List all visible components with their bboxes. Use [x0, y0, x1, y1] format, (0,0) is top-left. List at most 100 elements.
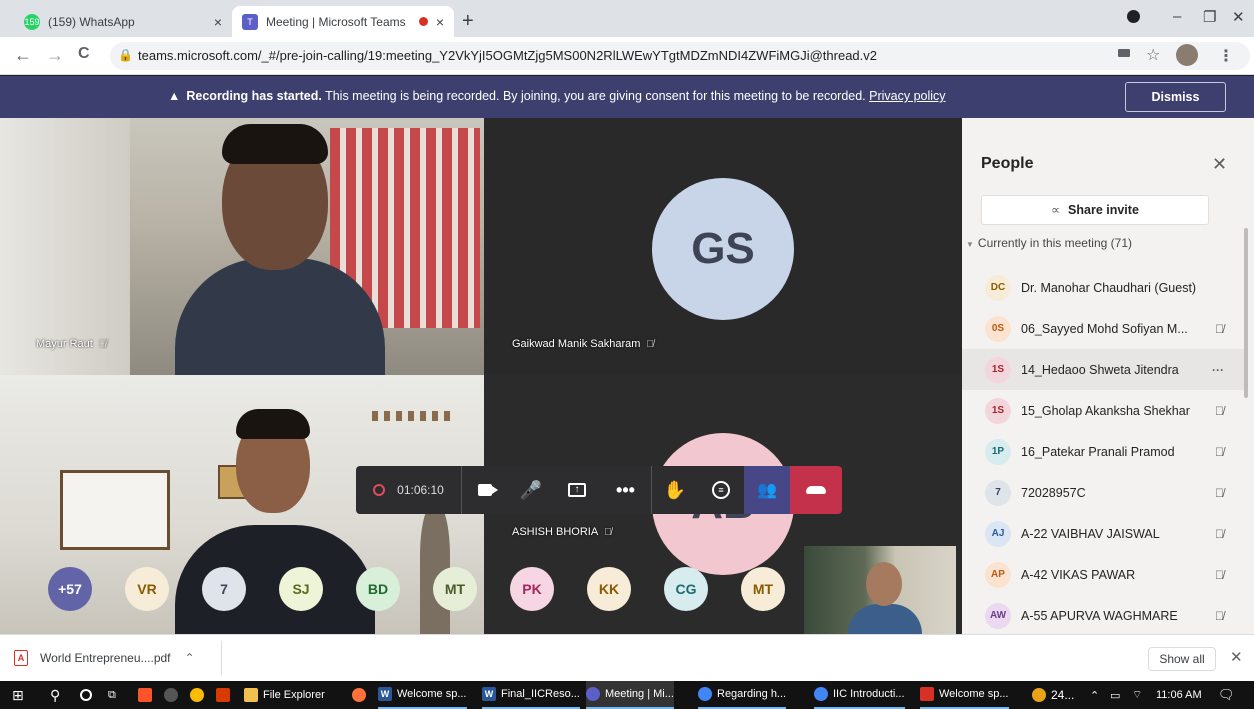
- office-button[interactable]: [216, 681, 235, 709]
- back-button[interactable]: ←: [14, 45, 32, 66]
- participant-row[interactable]: 1S 14_Hedaoo Shweta Jitendra ···: [962, 349, 1244, 390]
- mic-muted-icon: 🎙̸: [1215, 403, 1224, 418]
- tab-teams-meeting[interactable]: T Meeting | Microsoft Teams ×: [232, 6, 454, 37]
- taskbar-item-file-explorer[interactable]: File Explorer: [244, 681, 325, 709]
- participant-row[interactable]: DC Dr. Manohar Chaudhari (Guest): [962, 267, 1244, 308]
- taskbar-item-word-welcome[interactable]: W Welcome sp...: [378, 681, 467, 709]
- chrome-button[interactable]: [190, 681, 209, 709]
- roster-avatar[interactable]: MT: [433, 567, 477, 611]
- participant-row[interactable]: 7 72028957C 🎙̸: [962, 472, 1244, 513]
- wall-decor: [372, 411, 452, 421]
- chat-button[interactable]: ≡: [698, 466, 744, 514]
- microphone-button[interactable]: 🎤: [508, 466, 554, 514]
- participant-row[interactable]: AW A-55 APURVA WAGHMARE 🎙̸: [962, 595, 1244, 634]
- network-icon[interactable]: ▭: [1110, 681, 1120, 709]
- more-participants-badge[interactable]: +57: [48, 567, 92, 611]
- clock[interactable]: 11:06 AM: [1156, 681, 1202, 709]
- participant-row[interactable]: AP A-42 VIKAS PAWAR 🎙̸: [962, 554, 1244, 595]
- cortana-circle-icon: [80, 689, 92, 701]
- omnibox[interactable]: 🔒 teams.microsoft.com/_#/pre-join-callin…: [110, 42, 1250, 70]
- maximize-button[interactable]: ❐: [1203, 8, 1216, 26]
- participant-avatar: 0S: [985, 315, 1011, 342]
- chrome-icon: [190, 688, 204, 702]
- bookmark-star-icon[interactable]: ☆: [1146, 45, 1160, 65]
- notifications-button[interactable]: 🗨: [1218, 681, 1235, 709]
- folder-icon: [244, 688, 258, 702]
- more-options-icon[interactable]: ···: [1212, 363, 1224, 377]
- forward-button[interactable]: →: [46, 45, 64, 66]
- search-button[interactable]: ⚲: [50, 681, 60, 709]
- video-tile-gaikwad[interactable]: GS Gaikwad Manik Sakharam 🎙̸: [484, 118, 962, 375]
- participant-avatar: 1P: [985, 438, 1011, 465]
- panel-scrollbar[interactable]: [1244, 228, 1248, 398]
- roster-avatar[interactable]: CG: [664, 567, 708, 611]
- participant-name: 72028957C: [1021, 485, 1086, 500]
- roster-avatar[interactable]: KK: [587, 567, 631, 611]
- video-tile-mayur-raut[interactable]: Mayur Raut 🎙̸: [0, 118, 484, 375]
- participant-row[interactable]: 0S 06_Sayyed Mohd Sofiyan M... 🎙̸: [962, 308, 1244, 349]
- start-button[interactable]: ⊞: [12, 681, 24, 709]
- new-tab-button[interactable]: +: [462, 10, 474, 33]
- brave-icon: [138, 688, 152, 702]
- roster-avatar[interactable]: VR: [125, 567, 169, 611]
- participant-row[interactable]: 1P 16_Patekar Pranali Pramod 🎙̸: [962, 431, 1244, 472]
- participant-row[interactable]: 1S 15_Gholap Akanksha Shekhar 🎙̸: [962, 390, 1244, 431]
- taskbar-item-teams-meeting[interactable]: Meeting | Mi...: [586, 681, 674, 709]
- participant-name-label: ASHISH BHORIA 🎙̸: [512, 526, 612, 538]
- wifi-icon[interactable]: ⌔: [1132, 681, 1142, 709]
- privacy-policy-link[interactable]: Privacy policy: [869, 89, 945, 103]
- mic-muted-icon: 🎙̸: [1215, 444, 1224, 459]
- share-invite-button[interactable]: ∝ Share invite: [981, 195, 1209, 225]
- menu-kebab-icon[interactable]: ⋮: [1218, 46, 1234, 66]
- office-icon: [216, 688, 230, 702]
- roster-avatar[interactable]: MT: [741, 567, 785, 611]
- camera-button[interactable]: [462, 466, 508, 514]
- window-close-button[interactable]: ✕: [1232, 8, 1245, 26]
- taskbar-item-word-final[interactable]: W Final_IICReso...: [482, 681, 580, 709]
- participant-name: 16_Patekar Pranali Pramod: [1021, 444, 1175, 459]
- raise-hand-button[interactable]: ✋: [652, 466, 698, 514]
- profile-indicator-icon[interactable]: [1127, 10, 1140, 23]
- more-actions-button[interactable]: •••: [600, 466, 652, 514]
- chevron-up-icon[interactable]: ⌃: [185, 651, 195, 665]
- taskbar-item-iic-intro[interactable]: IIC Introducti...: [814, 681, 905, 709]
- meeting-control-bar: 01:06:10 🎤 ↑ ••• ✋ ≡ 👥: [356, 466, 842, 514]
- share-screen-button[interactable]: ↑: [554, 466, 600, 514]
- self-preview-video[interactable]: [804, 546, 956, 634]
- participant-row[interactable]: AJ A-22 VAIBHAV JAISWAL 🎙̸: [962, 513, 1244, 554]
- app-icon: [164, 688, 178, 702]
- download-item[interactable]: A World Entrepreneu....pdf ⌃: [10, 641, 222, 675]
- minimize-button[interactable]: –: [1173, 8, 1181, 25]
- cortana-button[interactable]: [80, 681, 92, 709]
- roster-avatar[interactable]: SJ: [279, 567, 323, 611]
- participant-avatar: GS: [652, 178, 794, 320]
- show-all-button[interactable]: Show all: [1148, 647, 1216, 671]
- weather-widget[interactable]: 24...: [1032, 681, 1074, 709]
- close-tab-icon[interactable]: ×: [214, 14, 222, 30]
- leave-call-button[interactable]: [790, 466, 842, 514]
- brave-browser-button[interactable]: [138, 681, 157, 709]
- pdf-icon: [920, 687, 934, 701]
- close-download-shelf-button[interactable]: ✕: [1230, 648, 1243, 666]
- reload-button[interactable]: C: [78, 45, 90, 63]
- close-panel-button[interactable]: ✕: [1212, 154, 1227, 175]
- profile-avatar[interactable]: [1176, 44, 1198, 66]
- camera-in-use-icon[interactable]: [1118, 49, 1130, 57]
- chrome-icon: [586, 687, 600, 701]
- share-icon: ∝: [1051, 203, 1061, 217]
- task-view-button[interactable]: ⧉: [108, 681, 116, 709]
- dismiss-button[interactable]: Dismiss: [1125, 82, 1226, 112]
- url-text[interactable]: teams.microsoft.com/_#/pre-join-calling/…: [138, 48, 877, 63]
- show-participants-button[interactable]: 👥: [744, 466, 790, 514]
- roster-avatar[interactable]: PK: [510, 567, 554, 611]
- taskbar-item-regarding[interactable]: Regarding h...: [698, 681, 787, 709]
- roster-avatar[interactable]: 7: [202, 567, 246, 611]
- system-tray-chevron[interactable]: ⌃: [1090, 681, 1099, 709]
- tab-whatsapp[interactable]: 159 (159) WhatsApp ×: [14, 6, 232, 37]
- firefox-button[interactable]: [352, 681, 371, 709]
- participants-section-header[interactable]: ▼ Currently in this meeting (71): [966, 236, 1132, 250]
- roster-avatar[interactable]: BD: [356, 567, 400, 611]
- app-button[interactable]: [164, 681, 183, 709]
- close-tab-icon[interactable]: ×: [436, 14, 444, 30]
- taskbar-item-pdf-welcome[interactable]: Welcome sp...: [920, 681, 1009, 709]
